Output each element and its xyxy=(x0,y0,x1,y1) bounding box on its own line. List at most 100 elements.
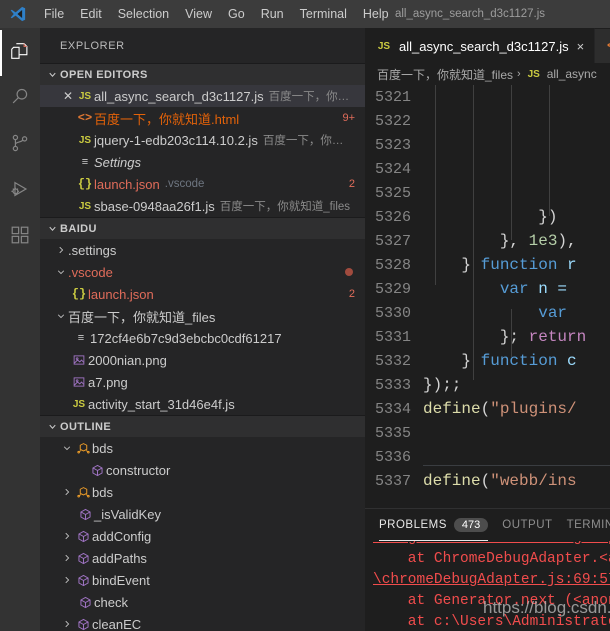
tree-row-label: 172cf4e6b7c9d3ebcbc0cdf61217 xyxy=(90,330,282,346)
outline-label: check xyxy=(94,594,128,610)
activity-item-source-control[interactable] xyxy=(0,122,40,168)
activity-item-extensions[interactable] xyxy=(0,214,40,260)
open-editor-row[interactable]: JS sbase-0948aa26f1.js 百度一下，你就知道_files xyxy=(40,195,365,217)
activity-item-run-debug[interactable] xyxy=(0,168,40,214)
tree-row-files-folder[interactable]: 百度一下，你就知道_files xyxy=(40,305,365,327)
menu-edit[interactable]: Edit xyxy=(72,5,110,23)
code-token: ), xyxy=(557,232,577,250)
method-icon xyxy=(74,552,92,565)
search-icon xyxy=(9,86,31,113)
chevron-down-icon xyxy=(44,69,60,80)
title-bar: File Edit Selection View Go Run Terminal… xyxy=(0,0,610,28)
line-content: }) xyxy=(423,208,558,226)
outline-row[interactable]: addConfig xyxy=(40,525,365,547)
source-control-branch-icon xyxy=(9,132,31,159)
panel-tab-label: OUTPUT xyxy=(502,519,553,531)
menu-selection[interactable]: Selection xyxy=(110,5,177,23)
open-editor-row[interactable]: JS jquery-1-edb203c114.10.2.js 百度一下，你… xyxy=(40,129,365,151)
code-token: n = xyxy=(528,280,577,298)
activity-item-explorer[interactable] xyxy=(0,30,40,76)
tree-row-launch-json[interactable]: {} launch.json 2 xyxy=(40,283,365,305)
menu-help[interactable]: Help xyxy=(355,5,397,23)
chevron-right-icon[interactable] xyxy=(54,245,68,255)
open-editor-row[interactable]: ✕ JS all_async_search_d3c1127.js 百度一下，你就… xyxy=(40,85,365,107)
code-line: 5336 xyxy=(365,444,610,469)
menu-go[interactable]: Go xyxy=(220,5,253,23)
outline-list: bds constructor bds _isValidKey addConfi… xyxy=(40,437,365,631)
code-line: 5323 xyxy=(365,133,610,157)
panel-tab-problems[interactable]: PROBLEMS 473 xyxy=(379,509,489,541)
settings-file-icon: ≡ xyxy=(81,156,89,168)
menu-view[interactable]: View xyxy=(177,5,220,23)
terminal-line[interactable]: debug-core\out\src\debugAdapter\.js xyxy=(373,541,610,546)
outline-row[interactable]: bds xyxy=(40,481,365,503)
outline-row[interactable]: cleanEC xyxy=(40,613,365,631)
chevron-down-icon[interactable] xyxy=(54,267,68,277)
tree-row-file[interactable]: ≡ 172cf4e6b7c9d3ebcbc0cdf61217 xyxy=(40,327,365,349)
menu-terminal[interactable]: Terminal xyxy=(292,5,355,23)
outline-row[interactable]: bds xyxy=(40,437,365,459)
open-editor-row[interactable]: ≡ Settings xyxy=(40,151,365,173)
tree-row-file[interactable]: 2000nian.png xyxy=(40,349,365,371)
tree-row-label: 2000nian.png xyxy=(88,352,167,368)
tab-all-async-search[interactable]: JS all_async_search_d3c1127.js × xyxy=(365,28,596,63)
outline-row[interactable]: _isValidKey xyxy=(40,503,365,525)
js-file-icon: JS xyxy=(72,398,86,410)
line-number: 5322 xyxy=(374,112,411,130)
tree-row-file[interactable]: a7.png xyxy=(40,371,365,393)
outline-row[interactable]: check xyxy=(40,591,365,613)
line-number: 5323 xyxy=(374,136,411,154)
panel-tabs: PROBLEMS 473 OUTPUT TERMINAL xyxy=(365,509,610,541)
tree-row-vscode-folder[interactable]: .vscode xyxy=(40,261,365,283)
outline-row[interactable]: bindEvent xyxy=(40,569,365,591)
bottom-panel: PROBLEMS 473 OUTPUT TERMINAL debug-core\… xyxy=(365,508,610,631)
method-icon xyxy=(76,596,94,609)
close-icon[interactable]: × xyxy=(577,39,585,54)
outline-label: cleanEC xyxy=(92,616,142,631)
chevron-right-icon[interactable] xyxy=(60,531,74,541)
line-content: });; xyxy=(423,376,462,394)
open-editor-row[interactable]: <> 百度一下，你就知道.html 9+ xyxy=(40,107,365,129)
menu-run[interactable]: Run xyxy=(253,5,292,23)
method-icon xyxy=(74,574,92,587)
chevron-down-icon[interactable] xyxy=(54,311,68,321)
workbench-body: EXPLORER OPEN EDITORS ✕ JS all_async_sea… xyxy=(0,28,610,631)
explorer-sidebar: EXPLORER OPEN EDITORS ✕ JS all_async_sea… xyxy=(40,28,365,631)
chevron-down-icon[interactable] xyxy=(60,443,74,453)
json-file-icon: {} xyxy=(71,287,87,301)
panel-tab-terminal[interactable]: TERMINAL xyxy=(567,519,610,531)
section-workspace[interactable]: BAIDU xyxy=(40,217,365,239)
code-editor[interactable]: 5321 5322 5323 5324 5325 5326}) 5327},… xyxy=(365,85,610,508)
tree-row-settings-folder[interactable]: .settings xyxy=(40,239,365,261)
chevron-right-icon: › xyxy=(517,68,521,80)
section-label: OUTLINE xyxy=(60,420,112,433)
code-token: c xyxy=(557,352,577,370)
tree-row-file[interactable]: JS activity_start_31d46e4f.js xyxy=(40,393,365,415)
code-line: 5326 }) xyxy=(365,205,610,229)
outline-row[interactable]: constructor xyxy=(40,459,365,481)
tab-html-file[interactable]: <> xyxy=(595,28,610,63)
code-line: 5328 } function r xyxy=(365,253,610,277)
chevron-right-icon[interactable] xyxy=(60,553,74,563)
breadcrumb-file[interactable]: all_async xyxy=(547,67,597,81)
code-token: 1e3 xyxy=(528,232,558,250)
open-editor-row[interactable]: {} launch.json .vscode 2 xyxy=(40,173,365,195)
chevron-right-icon[interactable] xyxy=(60,487,74,497)
section-open-editors[interactable]: OPEN EDITORS xyxy=(40,63,365,85)
close-icon[interactable]: ✕ xyxy=(60,89,76,103)
outline-row[interactable]: addPaths xyxy=(40,547,365,569)
breadcrumb-folder[interactable]: 百度一下，你就知道_files xyxy=(377,66,513,83)
section-outline[interactable]: OUTLINE xyxy=(40,415,365,437)
open-editor-desc: 百度一下，你… xyxy=(262,135,344,147)
section-label: BAIDU xyxy=(60,222,97,235)
menu-file[interactable]: File xyxy=(36,5,72,23)
outline-label: constructor xyxy=(106,462,171,478)
activity-item-search[interactable] xyxy=(0,76,40,122)
terminal-line[interactable]: \chromeDebugAdapter.js:69:57) xyxy=(373,572,610,588)
code-line: 5337 define("webb/ins xyxy=(365,469,610,493)
chevron-right-icon[interactable] xyxy=(60,575,74,585)
code-token: ( xyxy=(480,472,491,490)
chevron-right-icon[interactable] xyxy=(60,619,74,629)
panel-tab-output[interactable]: OUTPUT xyxy=(502,519,552,531)
terminal-output[interactable]: debug-core\out\src\debugAdapter\.js at C… xyxy=(365,541,610,631)
